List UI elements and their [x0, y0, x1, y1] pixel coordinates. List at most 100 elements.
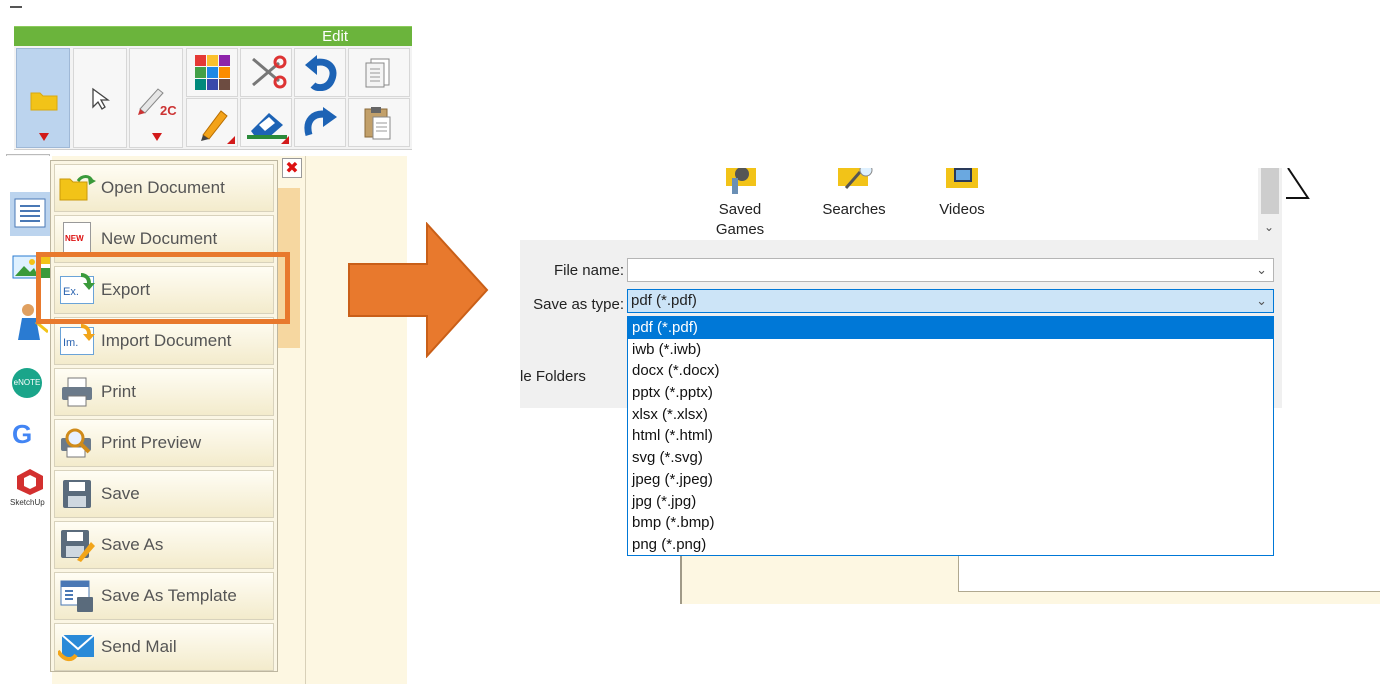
- dropdown-triangle: [152, 133, 162, 141]
- triangle-shape: [1286, 168, 1310, 199]
- dropdown-triangle: [39, 133, 49, 141]
- option-svg[interactable]: svg (*.svg): [628, 447, 1273, 469]
- paste-icon: [364, 107, 391, 140]
- folder-view: Saved Games Searches Videos: [670, 163, 1260, 240]
- folder-searches[interactable]: Searches: [814, 163, 894, 220]
- background-page: [958, 556, 1380, 592]
- folder-icon: [30, 92, 58, 111]
- menu-item-save-as-template[interactable]: Save As Template: [54, 572, 274, 620]
- option-png[interactable]: png (*.png): [628, 534, 1273, 556]
- color-palette-icon: [195, 55, 230, 90]
- option-html[interactable]: html (*.html): [628, 425, 1273, 447]
- new-document-icon: NEW: [63, 222, 91, 256]
- scrollbar-thumb[interactable]: [1261, 168, 1279, 214]
- redo-icon: [304, 107, 337, 136]
- print-preview-icon: [61, 428, 91, 458]
- menu-item-label: Save As: [101, 535, 164, 554]
- background-border: [680, 556, 682, 604]
- option-iwb[interactable]: iwb (*.iwb): [628, 339, 1273, 361]
- menu-item-save[interactable]: Save: [54, 470, 274, 518]
- google-icon[interactable]: G: [12, 420, 32, 448]
- edit-tab-bar[interactable]: Edit: [14, 26, 412, 46]
- folder-saved-games[interactable]: Saved Games: [710, 167, 770, 240]
- close-menu-button[interactable]: ✖: [282, 158, 302, 178]
- folder-videos[interactable]: Videos: [932, 168, 992, 220]
- save-as-type-select[interactable]: pdf (*.pdf) ⌄: [627, 289, 1274, 313]
- save-as-type-label: Save as type:: [533, 296, 624, 313]
- pencil-icon: [201, 110, 228, 141]
- option-jpg[interactable]: jpg (*.jpg): [628, 491, 1273, 513]
- scroll-down-icon[interactable]: ⌄: [1264, 220, 1274, 234]
- menu-item-label: Send Mail: [101, 637, 177, 656]
- file-type-dropdown-list: pdf (*.pdf) iwb (*.iwb) docx (*.docx) pp…: [627, 316, 1274, 556]
- file-name-label: File name:: [553, 262, 624, 279]
- main-toolbar: 2C: [14, 46, 412, 150]
- menu-item-save-as[interactable]: Save As: [54, 521, 274, 569]
- chevron-down-icon[interactable]: ⌄: [1256, 259, 1267, 281]
- menu-item-send-mail[interactable]: Send Mail: [54, 623, 274, 671]
- option-jpeg[interactable]: jpeg (*.jpeg): [628, 469, 1273, 491]
- export-highlight-box: [36, 252, 290, 324]
- canvas-divider: [305, 156, 306, 684]
- folder-label: Searches: [822, 201, 886, 218]
- menu-item-open-document[interactable]: Open Document: [54, 164, 274, 212]
- menu-item-label: New Document: [101, 229, 218, 248]
- menu-item-label: Print: [101, 382, 136, 401]
- window-minimize-glyph[interactable]: [10, 6, 22, 8]
- import-icon: Im.: [60, 324, 95, 355]
- menu-item-import-document[interactable]: Im. Import Document: [54, 317, 274, 365]
- copy-icon: [365, 58, 390, 88]
- save-icon: [63, 480, 91, 508]
- enote-icon[interactable]: eNOTE: [12, 368, 42, 398]
- folder-scrollbar[interactable]: ⌄: [1258, 168, 1282, 240]
- folder-label: Saved Games: [715, 201, 765, 238]
- import-badge: Im.: [63, 337, 79, 349]
- videos-folder-icon: [946, 168, 978, 188]
- right-arrow-icon: [348, 222, 489, 358]
- option-docx[interactable]: docx (*.docx): [628, 360, 1273, 382]
- edit-tab-label: Edit: [322, 28, 348, 45]
- menu-item-label: Print Preview: [101, 433, 202, 452]
- searches-folder-icon: [838, 163, 873, 189]
- printer-icon: [62, 377, 92, 407]
- menu-item-print[interactable]: Print: [54, 368, 274, 416]
- redo-button[interactable]: [294, 98, 346, 147]
- sketchup-button[interactable]: SketchUp: [10, 468, 52, 508]
- new-badge: NEW: [65, 234, 84, 243]
- menu-item-label: Open Document: [101, 178, 225, 197]
- cut-button[interactable]: [240, 48, 292, 97]
- select-tool-button[interactable]: [73, 48, 127, 148]
- page-list-icon: [14, 198, 46, 228]
- undo-button[interactable]: [294, 48, 346, 97]
- pencil-button[interactable]: [186, 98, 238, 147]
- file-menu-button[interactable]: [16, 48, 70, 148]
- side-page-list-button[interactable]: [10, 192, 50, 236]
- option-xlsx[interactable]: xlsx (*.xlsx): [628, 404, 1273, 426]
- dropdown-corner: [281, 136, 289, 144]
- chevron-down-icon[interactable]: ⌄: [1256, 290, 1267, 312]
- pointer-icon: [92, 87, 110, 110]
- enote-label: eNOTE: [13, 378, 41, 387]
- eraser-button[interactable]: [240, 98, 292, 147]
- option-bmp[interactable]: bmp (*.bmp): [628, 512, 1273, 534]
- copy-button[interactable]: [348, 48, 410, 97]
- hide-folders-toggle[interactable]: le Folders: [520, 368, 586, 385]
- menu-item-print-preview[interactable]: Print Preview: [54, 419, 274, 467]
- pen-2c-badge: 2C: [160, 103, 177, 118]
- sketchup-icon: [17, 469, 43, 495]
- option-pdf[interactable]: pdf (*.pdf): [628, 317, 1273, 339]
- save-as-icon: [61, 530, 95, 562]
- save-as-type-value: pdf (*.pdf): [631, 292, 697, 309]
- mail-icon: [58, 634, 95, 662]
- color-palette-button[interactable]: [186, 48, 238, 97]
- saved-games-folder-icon: [726, 167, 756, 194]
- file-dropdown-menu: Open Document NEW New Document Ex. Expor…: [50, 160, 278, 672]
- sketchup-label: SketchUp: [10, 498, 45, 507]
- file-name-input[interactable]: ⌄: [627, 258, 1274, 282]
- option-pptx[interactable]: pptx (*.pptx): [628, 382, 1273, 404]
- pen-2c-button[interactable]: 2C: [129, 48, 183, 148]
- paste-button[interactable]: [348, 98, 410, 147]
- scissors-icon: [252, 55, 287, 89]
- menu-item-label: Import Document: [101, 331, 232, 350]
- open-folder-icon: [59, 175, 96, 201]
